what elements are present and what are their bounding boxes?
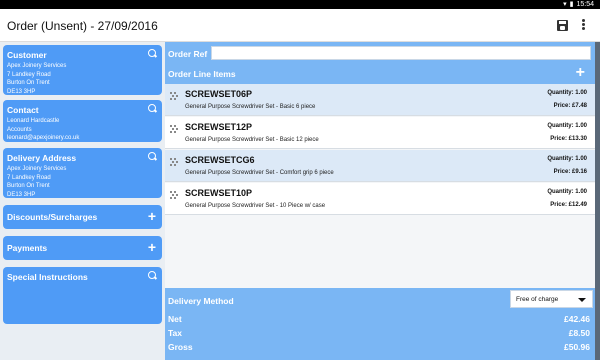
payments-title: Payments xyxy=(7,243,48,253)
item-price: Price: £9.16 xyxy=(553,169,587,175)
wifi-icon: ▾ xyxy=(563,1,567,8)
tax-row: Tax £8.50 xyxy=(168,328,593,342)
overflow-menu-icon[interactable] xyxy=(582,19,586,32)
tax-value: £8.50 xyxy=(568,328,590,338)
net-label: Net xyxy=(168,314,182,324)
battery-icon: ▮ xyxy=(569,1,574,8)
gross-label: Gross xyxy=(168,342,193,352)
item-price: Price: £12.49 xyxy=(550,202,587,208)
payments-card[interactable]: Payments + xyxy=(3,236,162,260)
chevron-down-icon xyxy=(578,298,586,302)
drag-handle-icon[interactable] xyxy=(170,92,179,101)
gross-value: £50.96 xyxy=(564,342,590,352)
tax-label: Tax xyxy=(168,328,183,338)
gross-row: Gross £50.96 xyxy=(168,342,593,356)
list-item[interactable]: SCREWSET10P General Purpose Screwdriver … xyxy=(165,183,595,215)
contact-title: Contact xyxy=(7,105,39,115)
add-icon[interactable]: + xyxy=(148,209,156,223)
discounts-card[interactable]: Discounts/Surcharges + xyxy=(3,205,162,229)
drag-handle-icon[interactable] xyxy=(170,158,179,167)
item-quantity: Quantity: 1.00 xyxy=(547,189,587,195)
item-quantity: Quantity: 1.00 xyxy=(547,90,587,96)
search-icon[interactable] xyxy=(148,271,156,279)
add-line-icon[interactable]: + xyxy=(576,65,585,81)
item-code: SCREWSET06P xyxy=(185,89,253,99)
delivery-address-details: Apex Joinery Services 7 Landkey Road Bur… xyxy=(7,166,67,198)
delivery-method-value: Free of charge xyxy=(516,296,559,303)
contact-details: Leonard Hardcastle Accounts leonard@apex… xyxy=(7,118,80,142)
status-icons: ▾ ▮ 15:54 xyxy=(563,0,594,9)
contact-card[interactable]: Contact Leonard Hardcastle Accounts leon… xyxy=(3,100,162,142)
special-instructions-title: Special Instructions xyxy=(7,272,88,282)
item-code: SCREWSET12P xyxy=(185,122,253,132)
status-time: 15:54 xyxy=(576,0,594,8)
item-description: General Purpose Screwdriver Set - Basic … xyxy=(185,104,316,110)
customer-card[interactable]: Customer Apex Joinery Services 7 Landkey… xyxy=(3,45,162,95)
order-footer: Delivery Method Free of charge Net £42.4… xyxy=(165,288,595,360)
search-icon[interactable] xyxy=(148,49,156,57)
order-ref-label: Order Ref xyxy=(168,49,208,59)
delivery-address-card[interactable]: Delivery Address Apex Joinery Services 7… xyxy=(3,148,162,198)
right-panel: Order Ref Order Line Items + SCREWSET06P… xyxy=(165,42,600,360)
save-icon[interactable] xyxy=(557,20,568,31)
delivery-address-title: Delivery Address xyxy=(7,153,77,163)
search-icon[interactable] xyxy=(148,152,156,160)
discounts-title: Discounts/Surcharges xyxy=(7,212,98,222)
app-screen: ▾ ▮ 15:54 Order (Unsent) - 27/09/2016 Cu… xyxy=(0,0,600,360)
net-value: £42.46 xyxy=(564,314,590,324)
customer-details: Apex Joinery Services 7 Landkey Road Bur… xyxy=(7,63,67,95)
list-item[interactable]: SCREWSETCG6 General Purpose Screwdriver … xyxy=(165,150,595,182)
net-row: Net £42.46 xyxy=(168,314,593,328)
item-description: General Purpose Screwdriver Set - Comfor… xyxy=(185,170,334,176)
item-description: General Purpose Screwdriver Set - 10 Pie… xyxy=(185,203,326,209)
item-price: Price: £7.48 xyxy=(553,103,587,109)
list-item[interactable]: SCREWSET12P General Purpose Screwdriver … xyxy=(165,117,595,149)
customer-title: Customer xyxy=(7,50,47,60)
item-quantity: Quantity: 1.00 xyxy=(547,123,587,129)
app-bar: Order (Unsent) - 27/09/2016 xyxy=(0,9,600,42)
page-title: Order (Unsent) - 27/09/2016 xyxy=(7,19,158,33)
order-ref-bar: Order Ref xyxy=(165,42,595,64)
order-lines-label: Order Line Items xyxy=(168,69,236,79)
order-lines-header: Order Line Items + xyxy=(165,64,595,84)
add-icon[interactable]: + xyxy=(148,240,156,254)
left-panel: Customer Apex Joinery Services 7 Landkey… xyxy=(0,42,165,360)
drag-handle-icon[interactable] xyxy=(170,125,179,134)
item-price: Price: £13.30 xyxy=(550,136,587,142)
item-code: SCREWSETCG6 xyxy=(185,155,255,165)
drag-handle-icon[interactable] xyxy=(170,191,179,200)
item-code: SCREWSET10P xyxy=(185,188,253,198)
status-bar: ▾ ▮ 15:54 xyxy=(0,0,600,9)
delivery-method-select[interactable]: Free of charge xyxy=(510,290,593,308)
item-quantity: Quantity: 1.00 xyxy=(547,156,587,162)
list-item[interactable]: SCREWSET06P General Purpose Screwdriver … xyxy=(165,84,595,116)
search-icon[interactable] xyxy=(148,104,156,112)
item-description: General Purpose Screwdriver Set - Basic … xyxy=(185,137,319,143)
delivery-method-label: Delivery Method xyxy=(168,296,234,306)
order-ref-input[interactable] xyxy=(211,46,591,60)
special-instructions-card[interactable]: Special Instructions xyxy=(3,267,162,324)
